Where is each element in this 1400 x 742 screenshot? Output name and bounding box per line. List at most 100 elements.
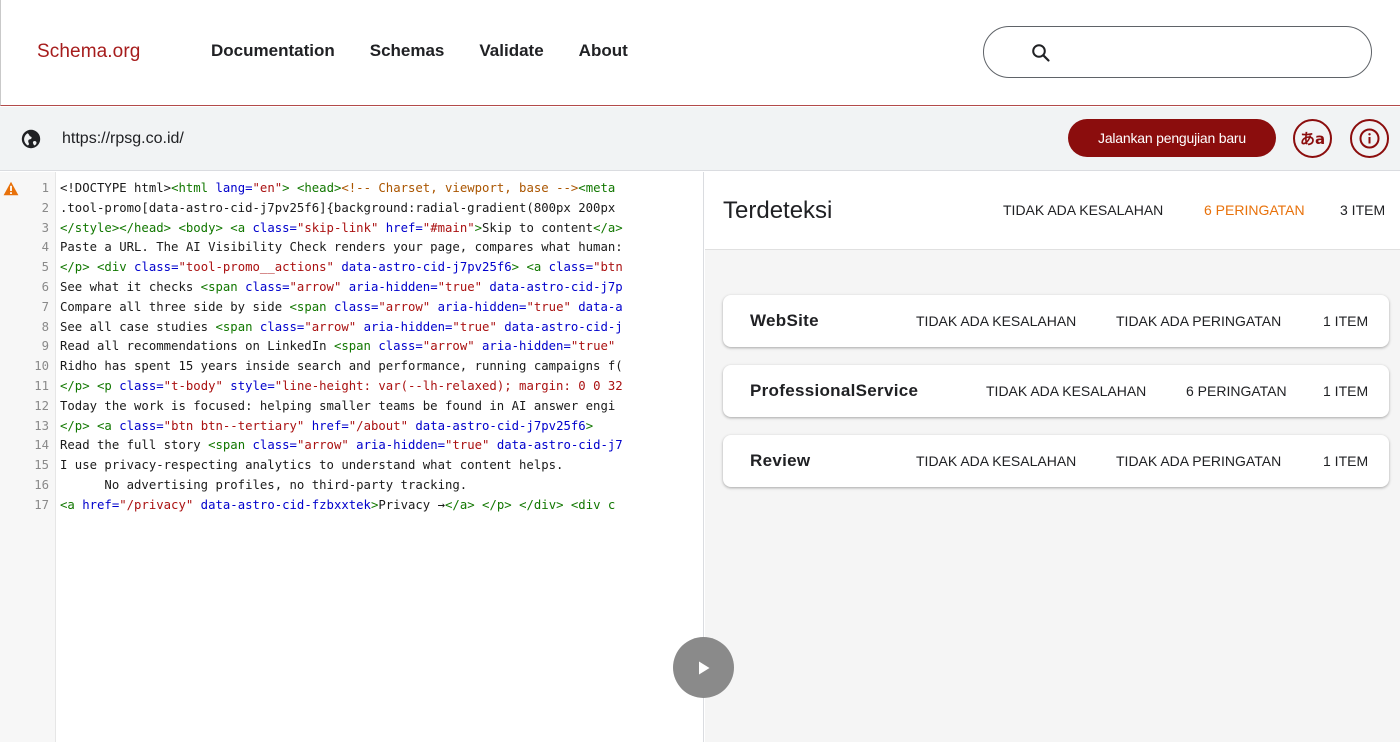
source-code-panel[interactable]: 1 <!DOCTYPE html><html lang="en"> <head><… bbox=[0, 172, 704, 742]
code-token: class= bbox=[245, 220, 297, 235]
line-number: 16 bbox=[34, 477, 49, 492]
nav-about[interactable]: About bbox=[579, 41, 628, 61]
code-token: See what it checks bbox=[60, 279, 201, 294]
type-name: Review bbox=[750, 451, 811, 470]
code-token: </div> bbox=[519, 497, 564, 512]
line-number: 10 bbox=[34, 359, 49, 374]
code-token: class= bbox=[245, 438, 297, 453]
info-icon bbox=[1359, 128, 1380, 149]
code-token: </a> bbox=[593, 220, 623, 235]
code-token: <a bbox=[526, 260, 542, 275]
code-token: "/about" bbox=[348, 418, 408, 433]
code-text: See all case studies <span class="arrow"… bbox=[60, 318, 702, 338]
code-token: "en" bbox=[252, 181, 283, 195]
line-number: 7 bbox=[41, 299, 49, 314]
code-token: Paste a URL. The AI Visibility Check ren… bbox=[60, 240, 623, 255]
code-token: No advertising profiles, no third-party … bbox=[60, 477, 468, 492]
code-token: aria-hidden= bbox=[348, 438, 446, 453]
type-warnings: TIDAK ADA PERINGATAN bbox=[1116, 313, 1282, 329]
code-line: 5 </p> <div class="tool-promo__actions" d… bbox=[0, 258, 703, 278]
code-text: Read all recommendations on LinkedIn <sp… bbox=[60, 337, 702, 357]
nav-validate[interactable]: Validate bbox=[479, 41, 543, 61]
code-text: <!DOCTYPE html><html lang="en"> <head><!… bbox=[60, 179, 702, 199]
type-warnings: TIDAK ADA PERINGATAN bbox=[1116, 453, 1282, 469]
code-text: Ridho has spent 15 years inside search a… bbox=[60, 357, 702, 377]
line-number: 12 bbox=[34, 398, 49, 413]
main-nav: Documentation Schemas Validate About bbox=[211, 41, 663, 61]
type-errors: TIDAK ADA KESALAHAN bbox=[916, 453, 1077, 469]
run-new-test-button[interactable]: Jalankan pengujian baru bbox=[1068, 119, 1276, 157]
code-text: </style></head> <body> <a class="skip-li… bbox=[60, 219, 702, 239]
type-errors: TIDAK ADA KESALAHAN bbox=[986, 383, 1147, 399]
code-token: </p> bbox=[482, 497, 512, 512]
nav-schemas[interactable]: Schemas bbox=[370, 41, 445, 61]
code-token: "true" bbox=[452, 319, 497, 334]
code-token: "arrow" bbox=[304, 319, 357, 334]
code-line: 6 See what it checks <span class="arrow" … bbox=[0, 278, 703, 298]
code-token: <span bbox=[289, 299, 327, 314]
search-input[interactable] bbox=[1064, 37, 1354, 67]
code-token: Compare all three side by side bbox=[60, 299, 290, 314]
results-header: Terdeteksi TIDAK ADA KESALAHAN 6 PERINGA… bbox=[705, 172, 1400, 250]
code-token: data-astro-cid-fzbxxtek bbox=[193, 497, 371, 512]
type-items: 1 ITEM bbox=[1323, 313, 1369, 329]
translate-icon[interactable]: あa bbox=[1293, 119, 1332, 158]
line-number: 17 bbox=[34, 497, 49, 512]
code-token: "line-height: var(--lh-relaxed); margin:… bbox=[274, 378, 623, 393]
code-token: "t-body" bbox=[163, 378, 223, 393]
code-token: lang= bbox=[208, 181, 253, 195]
code-token: href= bbox=[304, 418, 349, 433]
code-line: 14 Read the full story <span class="arrow… bbox=[0, 436, 703, 456]
code-token: <a bbox=[230, 220, 246, 235]
brand-logo[interactable]: Schema.org bbox=[37, 41, 140, 63]
code-token: <head> bbox=[296, 181, 342, 195]
code-line: 11 </p> <p class="t-body" style="line-hei… bbox=[0, 377, 703, 397]
code-token: <span bbox=[200, 279, 238, 294]
line-number: 2 bbox=[41, 200, 49, 215]
code-text: See what it checks <span class="arrow" a… bbox=[60, 278, 702, 298]
code-token: <p bbox=[97, 378, 112, 393]
code-token: <span bbox=[215, 319, 253, 334]
code-token: class= bbox=[326, 299, 379, 314]
code-token: "arrow" bbox=[296, 438, 349, 453]
code-line: 8 See all case studies <span class="arrow… bbox=[0, 318, 703, 338]
code-token: <html bbox=[171, 181, 209, 195]
code-text: I use privacy-respecting analytics to un… bbox=[60, 456, 702, 476]
code-token: See all case studies bbox=[60, 319, 216, 334]
code-line: 9 Read all recommendations on LinkedIn <s… bbox=[0, 337, 703, 357]
summary-errors: TIDAK ADA KESALAHAN bbox=[1003, 202, 1164, 218]
code-token: class= bbox=[111, 418, 164, 433]
code-token: <!-- Charset, viewport, base --> bbox=[341, 181, 579, 195]
search-box[interactable] bbox=[983, 26, 1372, 78]
type-name: WebSite bbox=[750, 311, 819, 330]
line-number: 11 bbox=[34, 378, 49, 393]
line-number: 6 bbox=[41, 279, 49, 294]
info-button[interactable] bbox=[1350, 119, 1389, 158]
type-items: 1 ITEM bbox=[1323, 453, 1369, 469]
code-token: data-astro-cid-j7p bbox=[482, 279, 623, 294]
code-text: .tool-promo[data-astro-cid-j7pv25f6]{bac… bbox=[60, 199, 702, 219]
code-line: 12 Today the work is focused: helping sma… bbox=[0, 397, 703, 417]
code-token: class= bbox=[370, 339, 423, 354]
type-card-professionalservice[interactable]: ProfessionalService TIDAK ADA KESALAHAN … bbox=[723, 365, 1389, 417]
code-text: Read the full story <span class="arrow" … bbox=[60, 436, 702, 456]
type-card-website[interactable]: WebSite TIDAK ADA KESALAHAN TIDAK ADA PE… bbox=[723, 295, 1389, 347]
code-token: "arrow" bbox=[289, 279, 342, 294]
search-icon[interactable] bbox=[1031, 43, 1051, 63]
line-number: 3 bbox=[41, 220, 49, 235]
code-line: 3 </style></head> <body> <a class="skip-l… bbox=[0, 219, 703, 239]
type-card-review[interactable]: Review TIDAK ADA KESALAHAN TIDAK ADA PER… bbox=[723, 435, 1389, 487]
code-line: 7 Compare all three side by side <span cl… bbox=[0, 298, 703, 318]
code-token: Privacy → bbox=[378, 497, 446, 512]
code-token: <div c bbox=[570, 497, 616, 512]
nav-documentation[interactable]: Documentation bbox=[211, 41, 335, 61]
code-line: 10 Ridho has spent 15 years inside search… bbox=[0, 357, 703, 377]
code-token: "arrow" bbox=[422, 339, 475, 354]
code-token: "true" bbox=[570, 339, 616, 354]
code-token: Skip to content bbox=[482, 220, 594, 235]
code-token: <span bbox=[333, 339, 371, 354]
play-button[interactable] bbox=[673, 637, 734, 698]
play-icon bbox=[698, 661, 709, 674]
